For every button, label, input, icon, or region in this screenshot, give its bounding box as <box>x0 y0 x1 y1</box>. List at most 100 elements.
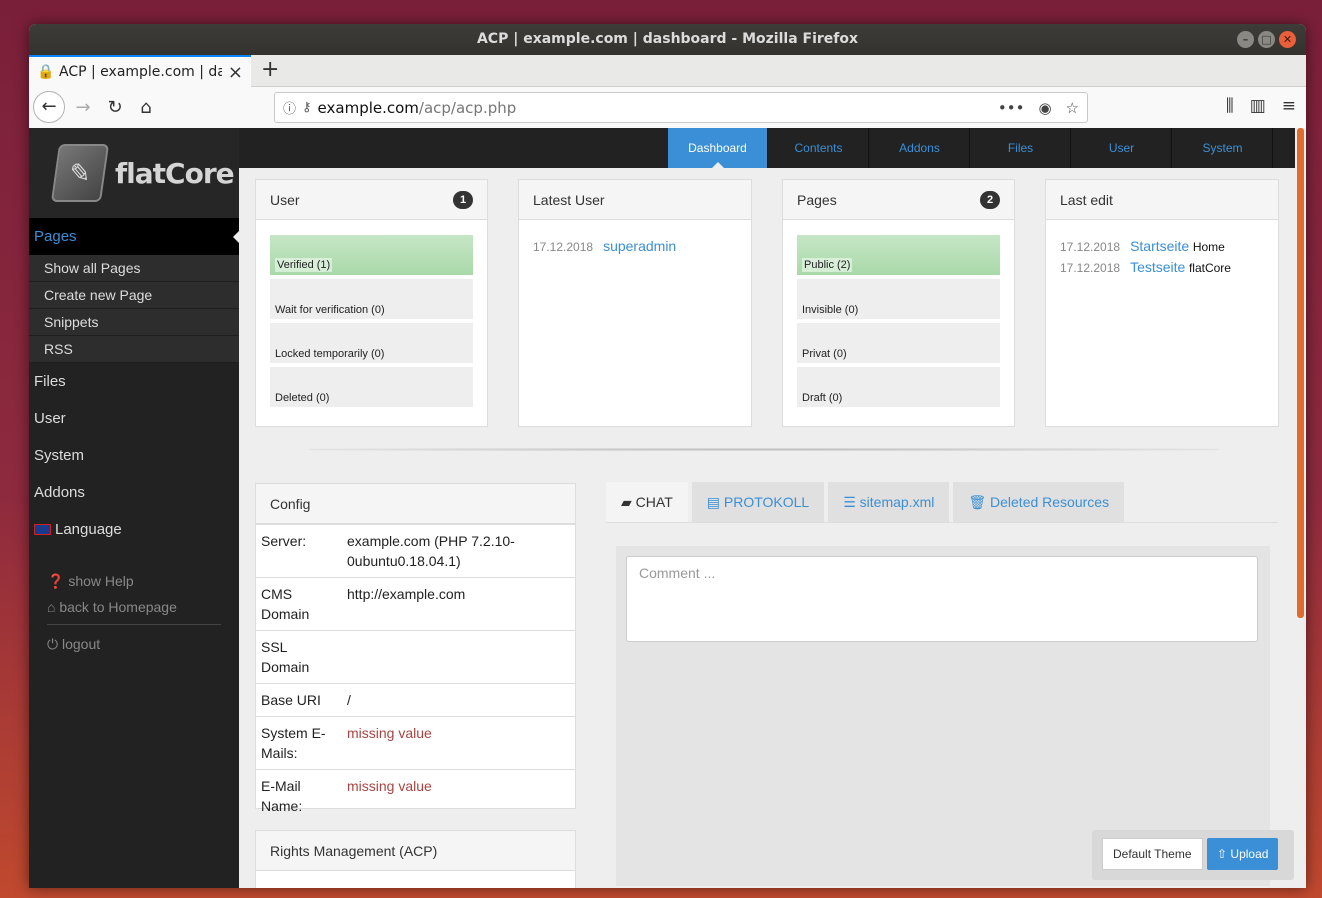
config-key: E-Mail Name: <box>256 769 342 822</box>
verified-bar[interactable]: Verified (1) <box>270 235 473 275</box>
language-label: Language <box>55 521 122 538</box>
upload-button[interactable]: ⇧ Upload <box>1207 838 1279 870</box>
deleted-label: Deleted (0) <box>275 392 330 404</box>
new-tab-icon[interactable]: + <box>261 57 279 82</box>
invisible-bar[interactable]: Invisible (0) <box>797 279 1000 319</box>
close-tab-icon[interactable]: × <box>228 62 243 83</box>
back-homepage-label: back to Homepage <box>59 599 177 615</box>
user-card-header: User 1 <box>256 180 487 220</box>
sidebar-item-files[interactable]: Files <box>29 363 239 400</box>
deleted-bar[interactable]: Deleted (0) <box>270 367 473 407</box>
back-homepage-link[interactable]: ⌂ back to Homepage <box>47 594 239 620</box>
comment-icon: ▰ <box>621 494 632 510</box>
browser-tabbar: 🔒 ACP | example.com | dashboard × + <box>29 55 1306 87</box>
submenu-rss[interactable]: RSS <box>29 336 239 363</box>
sidebar-item-language[interactable]: Language <box>29 511 239 548</box>
latest-user-link[interactable]: superadmin <box>603 238 676 254</box>
tab-chat[interactable]: ▰ CHAT <box>606 482 688 522</box>
edit-page-name: flatCore <box>1188 261 1231 275</box>
close-window-icon[interactable]: ✕ <box>1279 31 1296 48</box>
config-header: Config <box>256 484 575 524</box>
latest-user-date: 17.12.2018 <box>533 240 594 254</box>
sidebar-item-addons[interactable]: Addons <box>29 474 239 511</box>
sidebar-item-system[interactable]: System <box>29 437 239 474</box>
pocket-icon[interactable]: ◉ <box>1038 99 1051 117</box>
theme-toolbar: Default Theme ⇧ Upload <box>1092 830 1294 880</box>
show-help-label: show Help <box>68 573 134 589</box>
submenu-snippets[interactable]: Snippets <box>29 309 239 336</box>
table-row: Server: example.com (PHP 7.2.10-0ubuntu0.… <box>256 524 575 578</box>
bookmark-star-icon[interactable]: ☆ <box>1066 99 1079 117</box>
draft-bar[interactable]: Draft (0) <box>797 367 1000 407</box>
tab-sitemap-label: sitemap.xml <box>859 494 935 510</box>
table-row: System E-Mails: missing value <box>256 716 575 770</box>
home-icon[interactable]: ⌂ <box>132 94 160 122</box>
url-bar[interactable]: ⓘ ⚷ example.com /acp/acp.php ••• ◉ ☆ <box>274 92 1088 123</box>
tab-contents[interactable]: Contents <box>769 128 869 168</box>
pages-card-title: Pages <box>797 192 837 208</box>
sidebar-item-pages[interactable]: Pages <box>29 218 240 255</box>
tab-addons[interactable]: Addons <box>870 128 970 168</box>
power-icon: ⏻ <box>47 636 59 652</box>
url-domain: example.com <box>317 98 419 117</box>
wait-verification-label: Wait for verification (0) <box>275 304 385 316</box>
config-key: System E-Mails: <box>256 716 342 770</box>
menu-icon[interactable]: ≡ <box>1282 96 1296 116</box>
scrollbar-thumb[interactable] <box>1297 128 1304 618</box>
last-edit-card: Last edit 17.12.2018 Startseite Home 17.1… <box>1045 179 1279 427</box>
key-icon: ⚷ <box>302 100 312 115</box>
page-actions-icon[interactable]: ••• <box>998 99 1025 117</box>
last-edit-row: 17.12.2018 Testseite flatCore <box>1060 259 1264 275</box>
rights-header: Rights Management (ACP) <box>256 831 575 871</box>
show-help-link[interactable]: ❓ show Help <box>47 568 239 594</box>
locked-bar[interactable]: Locked temporarily (0) <box>270 323 473 363</box>
submenu-create-new-page[interactable]: Create new Page <box>29 282 239 309</box>
rights-panel: Rights Management (ACP) <box>255 830 576 888</box>
browser-window: ACP | example.com | dashboard - Mozilla … <box>29 24 1306 888</box>
tab-dashboard[interactable]: Dashboard <box>668 128 768 168</box>
library-icon[interactable]: ⫼ <box>1226 96 1234 116</box>
submenu-show-all-pages[interactable]: Show all Pages <box>29 255 239 282</box>
uk-flag-icon <box>34 524 51 535</box>
public-bar[interactable]: Public (2) <box>797 235 1000 275</box>
draft-label: Draft (0) <box>802 392 843 404</box>
browser-tab[interactable]: 🔒 ACP | example.com | dashboard × <box>29 55 251 87</box>
forward-icon[interactable]: → <box>69 94 97 122</box>
edit-page-link[interactable]: Startseite <box>1130 238 1189 254</box>
wait-verification-bar[interactable]: Wait for verification (0) <box>270 279 473 319</box>
config-key: CMS Domain <box>256 577 342 631</box>
last-edit-row: 17.12.2018 Startseite Home <box>1060 238 1264 254</box>
user-card: User 1 Verified (1) Wait for verification… <box>255 179 488 427</box>
logout-label: logout <box>61 636 101 652</box>
locked-label: Locked temporarily (0) <box>275 348 385 360</box>
edit-page-link[interactable]: Testseite <box>1130 259 1185 275</box>
brand-name: flatCore <box>115 156 235 190</box>
logout-link[interactable]: ⏻ logout <box>47 631 239 657</box>
tab-sitemap[interactable]: ☰ sitemap.xml <box>828 482 950 522</box>
default-theme-button[interactable]: Default Theme <box>1102 838 1203 870</box>
maximize-icon[interactable]: □ <box>1258 31 1275 48</box>
sidebar-toggle-icon[interactable]: ▥ <box>1250 96 1266 116</box>
reload-icon[interactable]: ↻ <box>101 94 129 122</box>
info-icon[interactable]: ⓘ <box>283 98 296 117</box>
table-row: E-Mail Name: missing value <box>256 769 575 822</box>
logo[interactable]: ✎ flatCore <box>29 128 239 218</box>
sidebar-item-user[interactable]: User <box>29 400 239 437</box>
page-scrollbar[interactable] <box>1295 128 1306 888</box>
back-icon[interactable]: ← <box>33 91 65 123</box>
tab-deleted-resources[interactable]: 🗑 Deleted Resources <box>953 482 1125 522</box>
tab-user[interactable]: User <box>1072 128 1172 168</box>
tab-system[interactable]: System <box>1173 128 1273 168</box>
tab-protokoll-label: PROTOKOLL <box>723 494 810 510</box>
edit-date: 17.12.2018 <box>1060 261 1121 275</box>
comment-textarea[interactable]: Comment ... <box>626 556 1258 642</box>
section-divider <box>309 448 1219 451</box>
pages-submenu: Show all Pages Create new Page Snippets … <box>29 255 239 363</box>
minimize-icon[interactable]: – <box>1237 31 1254 48</box>
question-icon: ❓ <box>47 573 65 589</box>
tab-protokoll[interactable]: ▤ PROTOKOLL <box>691 482 825 522</box>
table-row: Base URI / <box>256 683 575 717</box>
privat-bar[interactable]: Privat (0) <box>797 323 1000 363</box>
config-key: SSL Domain <box>256 630 342 684</box>
tab-files[interactable]: Files <box>971 128 1071 168</box>
